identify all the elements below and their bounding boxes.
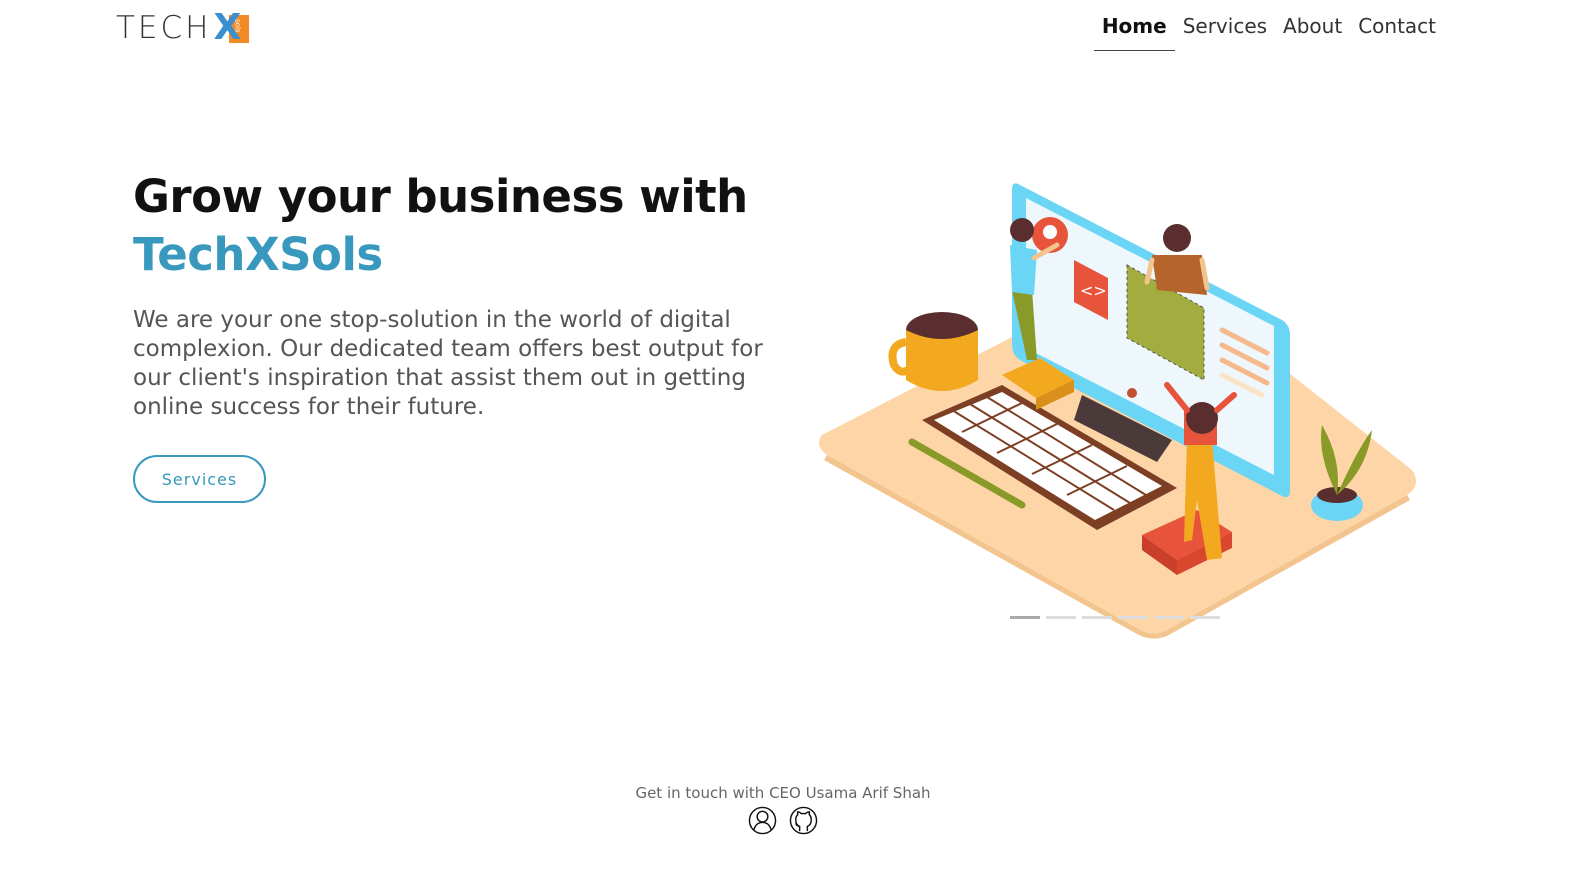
carousel-indicator-2[interactable] xyxy=(1046,616,1076,619)
footer-text: Get in touch with CEO Usama Arif Shah xyxy=(635,784,931,802)
mug-body xyxy=(906,330,978,391)
github-icon[interactable] xyxy=(789,806,818,835)
footer-icons xyxy=(748,806,818,835)
logo-mark: X sols xyxy=(213,10,250,46)
nav-services[interactable]: Services xyxy=(1175,8,1275,51)
carousel-indicators xyxy=(1010,616,1220,619)
svg-text:<>: <> xyxy=(1080,281,1107,300)
services-button[interactable]: Services xyxy=(133,455,266,503)
carousel-indicator-3[interactable] xyxy=(1082,616,1112,619)
hero-brand: TechXSols xyxy=(133,228,383,281)
carousel-indicator-6[interactable] xyxy=(1190,616,1220,619)
monitor-button xyxy=(1127,388,1137,398)
carousel-indicator-5[interactable] xyxy=(1154,616,1184,619)
hero-title: Grow your business with xyxy=(133,170,748,223)
mug-handle xyxy=(888,338,911,376)
carousel-indicator-1[interactable] xyxy=(1010,616,1040,619)
nav-links: Home Services About Contact xyxy=(1093,8,1444,51)
carousel-indicator-4[interactable] xyxy=(1118,616,1148,619)
logo-sols: sols xyxy=(233,19,242,33)
user-icon[interactable] xyxy=(748,806,777,835)
team-illustration: <> xyxy=(818,183,1416,639)
hero-description: We are your one stop-solution in the wor… xyxy=(133,307,763,420)
logo-text: TECH xyxy=(116,10,212,46)
nav-about[interactable]: About xyxy=(1275,8,1350,51)
nav-home[interactable]: Home xyxy=(1093,8,1175,51)
navbar: TECH X sols Home Services About Contact xyxy=(0,0,1570,60)
nav-contact[interactable]: Contact xyxy=(1350,8,1444,51)
logo[interactable]: TECH X sols xyxy=(116,10,250,46)
